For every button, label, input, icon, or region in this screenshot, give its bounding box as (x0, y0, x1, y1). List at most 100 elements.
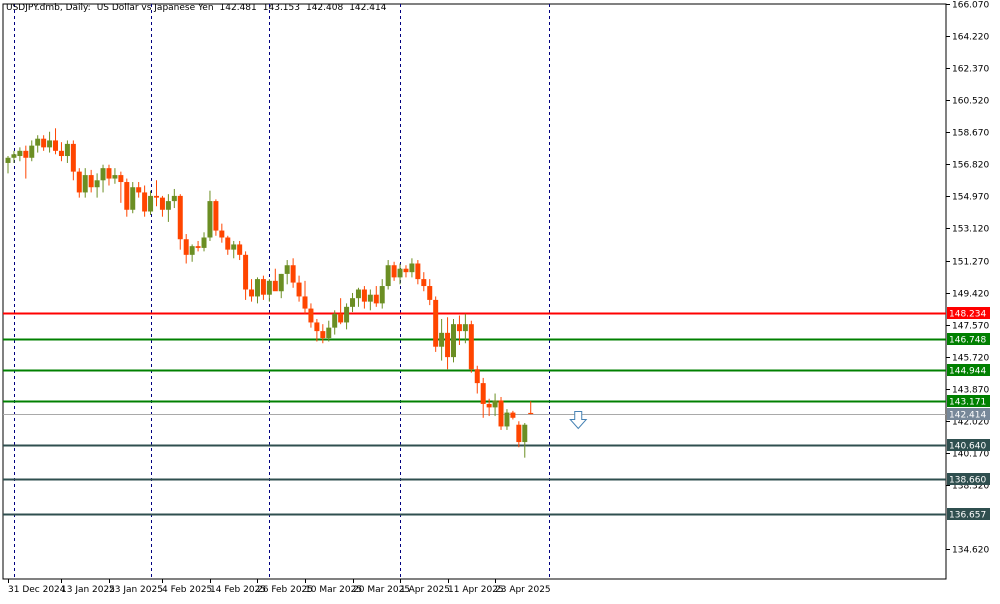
y-tick-label: 156.820 (952, 161, 989, 171)
plot-frame (2, 3, 947, 580)
candle-body (189, 246, 195, 255)
candle-body (439, 332, 445, 347)
candle-body (254, 279, 260, 297)
candle-body (106, 168, 112, 179)
y-tick-label: 154.970 (952, 193, 989, 203)
candle-body (415, 263, 421, 280)
candle-body (231, 244, 237, 250)
candle-body (314, 322, 320, 332)
candle-body (296, 282, 302, 297)
candle-body (5, 157, 11, 163)
candle-body (17, 150, 23, 157)
candle-body (53, 140, 59, 151)
candle-body (266, 280, 272, 295)
candle-body (58, 150, 64, 157)
candle-body (165, 201, 171, 210)
candle-body (361, 289, 367, 302)
candle-body (504, 412, 510, 427)
chart-header: USDJPY.dmb, Daily: US Dollar vs Japanese … (6, 3, 392, 13)
candle-body (23, 150, 29, 158)
y-tick-label: 158.670 (952, 129, 989, 139)
candle-body (237, 244, 243, 255)
candle-body (510, 412, 516, 418)
level-price-label: 140.640 (949, 442, 986, 452)
y-tick-label: 145.720 (952, 354, 989, 364)
close-value: 142.414 (349, 3, 387, 13)
candle-body (397, 268, 403, 278)
candle-body (88, 175, 94, 188)
y-tick-label: 166.070 (952, 1, 989, 11)
candle-body (213, 201, 219, 231)
candle-body (249, 289, 255, 297)
level-price-label: 144.944 (949, 367, 986, 377)
candle-body (468, 324, 474, 370)
candle-body (421, 279, 427, 287)
candle-body (136, 187, 142, 193)
candle-body (94, 180, 100, 188)
candle-body (433, 299, 439, 347)
candle-body (100, 168, 106, 181)
candle-body (177, 195, 183, 240)
candle-body (326, 327, 332, 339)
open-value: 142.481 (219, 3, 257, 13)
candle-body (338, 313, 344, 323)
y-tick-label: 149.420 (952, 290, 989, 300)
candle-body (35, 138, 41, 146)
current-price-label: 142.414 (949, 411, 986, 421)
candle-body (480, 383, 486, 404)
candle-body (492, 400, 498, 408)
candle-body (474, 369, 480, 384)
x-tick-label: 4 Feb 2025 (162, 585, 212, 595)
candle-body (522, 424, 528, 443)
low-value: 142.408 (305, 3, 344, 13)
candle-body (391, 265, 397, 278)
candle-body (41, 138, 47, 148)
level-price-label: 143.171 (949, 398, 986, 408)
candle-body (76, 171, 82, 193)
candle-body (29, 145, 35, 158)
candle-body (82, 175, 88, 193)
price-chart[interactable]: 166.070 164.220 162.370 160.520 158.670 156.8… (0, 0, 1000, 600)
candle-body (124, 182, 130, 210)
y-tick-label: 164.220 (952, 33, 989, 43)
candle-body (171, 195, 177, 202)
candle-body (47, 140, 53, 148)
candle-body (278, 273, 284, 292)
y-tick-label: 153.120 (952, 225, 989, 235)
candle-body (207, 201, 213, 238)
level-price-label: 138.660 (949, 476, 986, 486)
candle-body (159, 197, 165, 210)
candle-body (516, 424, 522, 443)
candle-body (195, 246, 201, 248)
candle-body (498, 400, 504, 427)
candle-body (64, 143, 70, 157)
y-tick-label: 134.620 (952, 546, 989, 556)
candle-body (284, 265, 290, 274)
y-tick-label: 160.520 (952, 97, 989, 107)
candle-body (320, 331, 326, 339)
candle-body (154, 195, 159, 198)
candle-body (462, 324, 468, 332)
candle-body (373, 294, 379, 304)
candle-body (112, 175, 118, 179)
high-value: 143.153 (262, 3, 300, 13)
candle-body (225, 237, 231, 250)
y-tick-label: 151.270 (952, 258, 989, 268)
level-price-label: 146.748 (949, 336, 986, 346)
chart-area[interactable]: USDJPY.dmb, Daily: US Dollar vs Japanese … (0, 0, 1000, 600)
candle-body (332, 313, 338, 328)
candle-body (427, 286, 433, 300)
candle-body (142, 192, 148, 212)
y-tick-label: 147.570 (952, 322, 989, 332)
candle-body (528, 412, 534, 415)
candle-body (70, 143, 76, 172)
level-price-label: 136.657 (949, 511, 986, 521)
level-price-label: 148.234 (949, 310, 986, 320)
candle-body (201, 237, 207, 248)
candle-body (308, 308, 314, 323)
x-tick-label: 1 Apr 2025 (400, 585, 450, 595)
candle-body (118, 175, 124, 183)
candle-body (379, 286, 385, 304)
candle-body (486, 403, 492, 408)
candle-body (355, 289, 361, 299)
